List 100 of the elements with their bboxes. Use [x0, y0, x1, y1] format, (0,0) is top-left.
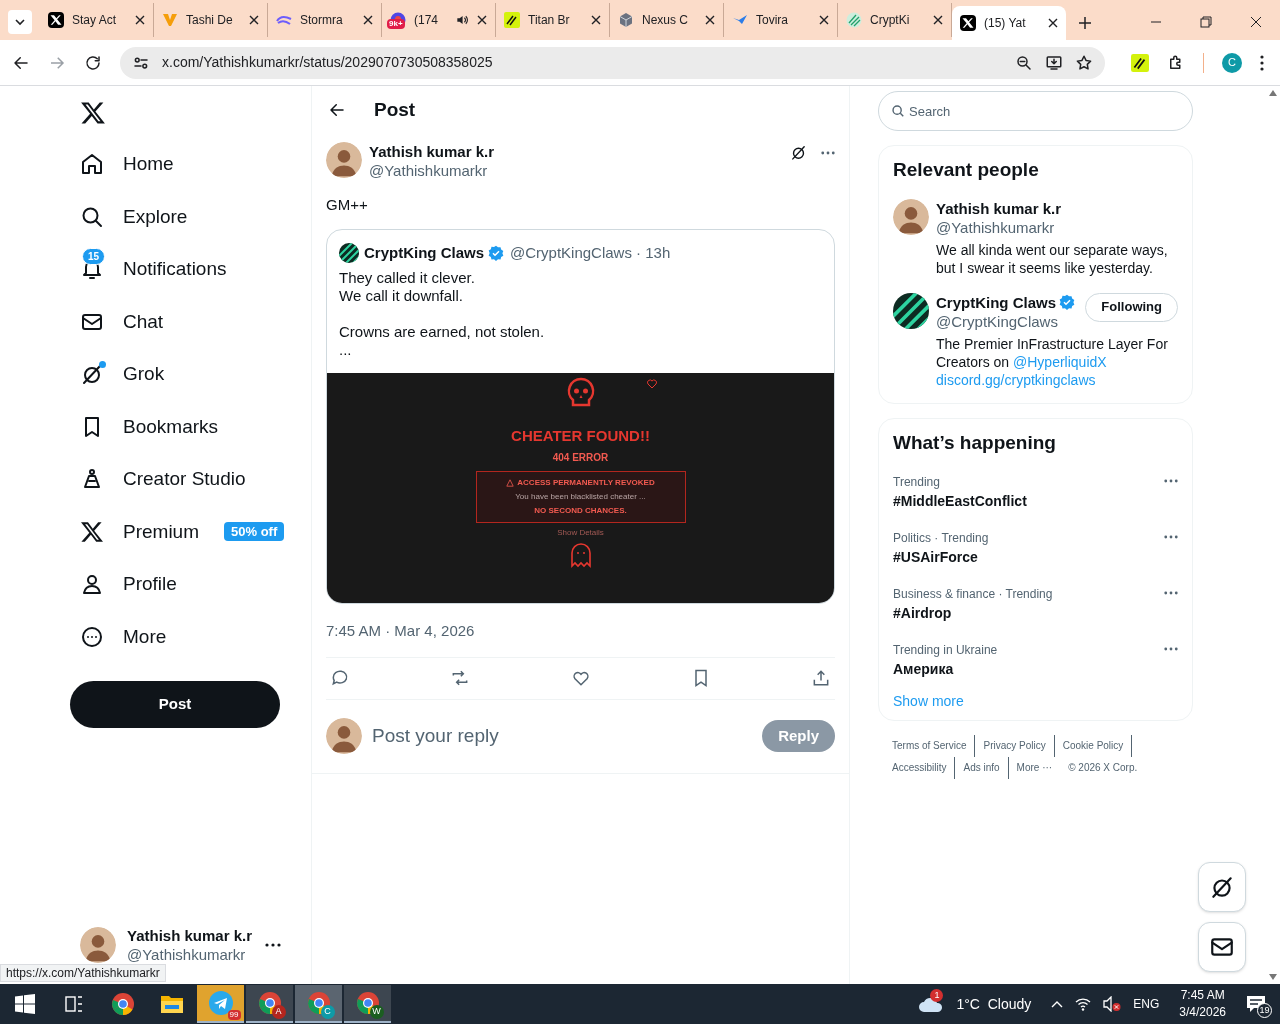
person-icon [80, 572, 104, 597]
nav-label: Creator Studio [123, 467, 246, 491]
taskbar-app[interactable]: A [246, 985, 293, 1023]
person-bio: The Premier InFrastructure Layer For Creators on @HyperliquidX discord.gg/cryptkingclaws [936, 334, 1169, 389]
trend-item[interactable]: Trending #MiddleEastConflict [879, 467, 1192, 523]
tab-title: Titan Br [528, 12, 571, 29]
nav-label: Premium [123, 519, 199, 544]
close-icon [1250, 16, 1262, 28]
heart-icon [647, 379, 657, 389]
chevron-down-icon [15, 17, 25, 27]
slashed-circle-icon [790, 144, 807, 161]
person-bio: We all kinda went our separate ways, but I swear it seems like yesterday. [936, 240, 1169, 277]
tab-title: Nexus C [642, 12, 689, 29]
x-logo-icon [80, 100, 106, 126]
extension-logo-icon [1131, 53, 1149, 72]
taskbar-app[interactable]: 99 [197, 985, 244, 1023]
notification-count: 19 [1257, 1003, 1272, 1018]
close-icon [933, 15, 943, 25]
quoted-post[interactable] [326, 228, 835, 604]
search-field[interactable]: Search [878, 91, 1193, 131]
nav-item[interactable]: Explore [80, 190, 281, 243]
browser-tab[interactable]: Stay Act [40, 3, 154, 37]
trend-item[interactable]: Politics · Trending #USAirForce [879, 523, 1192, 579]
grok-button[interactable] [1198, 862, 1246, 912]
install-icon [1045, 53, 1063, 72]
browser-tab[interactable]: Tashi De [154, 3, 268, 37]
tab-title: Stay Act [72, 12, 118, 29]
taskbar-app[interactable]: W [344, 985, 391, 1023]
nav-label: More [123, 624, 167, 649]
browser-tab[interactable]: Nexus C [610, 3, 724, 37]
details-link: Show Details [557, 527, 604, 539]
nav-item[interactable]: More [80, 610, 281, 663]
nav-item[interactable]: Grok [80, 348, 281, 401]
nav-item[interactable]: Creator Studio [80, 453, 281, 506]
browser-tab[interactable]: 9k+ (174 [382, 3, 496, 37]
nav-item[interactable]: Bookmarks [80, 400, 281, 453]
alert-footer: NO SECOND CHANCES. [534, 505, 627, 517]
trend-topic: Америка [893, 660, 955, 679]
chrome-icon [355, 991, 380, 1015]
footer-link[interactable]: Accessibility [892, 757, 956, 779]
chrome-icon [306, 991, 331, 1015]
address-bar[interactable]: x.com/Yathishkumarkr/status/2029070730508358025 [120, 46, 1105, 79]
trend-topic: #USAirForce [893, 548, 979, 567]
footer-link[interactable]: More ··· [1016, 757, 1061, 779]
browser-tab[interactable]: Titan Br [496, 3, 610, 37]
trend-context: Business & finance · Trending [893, 586, 1053, 603]
discount-tag: 50% off [224, 522, 285, 542]
tab-search-button[interactable] [8, 10, 32, 34]
restore-icon [1200, 16, 1212, 28]
post-button[interactable]: Post [70, 681, 280, 728]
messages-button[interactable] [1198, 922, 1246, 972]
nav-item[interactable]: Home [80, 138, 281, 191]
nav-label: Grok [123, 362, 165, 386]
account-name: Yathish kumar k.r [127, 926, 253, 945]
avatar [326, 142, 362, 178]
nav-item[interactable]: Chat [80, 295, 281, 348]
account-switcher[interactable]: Yathish kumar k.r @Yathishkumarkr [80, 926, 281, 964]
home-icon [80, 152, 104, 177]
close-icon [477, 15, 487, 25]
browser-tab[interactable]: Tovira [724, 3, 838, 37]
windows-icon [14, 994, 35, 1014]
x-logo-icon [80, 519, 104, 544]
close-icon [819, 15, 829, 25]
scroll-up-icon [1269, 90, 1277, 96]
more-icon [1164, 647, 1178, 651]
nav-item[interactable]: Profile [80, 558, 281, 611]
task-view-icon [64, 995, 83, 1013]
cube-icon [618, 12, 634, 28]
striped-square-icon [504, 12, 520, 28]
browser-tab[interactable]: Stormra [268, 3, 382, 37]
share-button[interactable] [811, 668, 831, 688]
footer-link[interactable]: Ads info [963, 757, 1009, 779]
x-logo-icon [48, 12, 64, 28]
author-handle: @Yathishkumarkr [369, 161, 489, 180]
tab-title: CryptKi [870, 12, 911, 29]
footer-link[interactable]: Cookie Policy [1062, 735, 1133, 757]
browser-tab[interactable]: (15) Yat [952, 6, 1066, 40]
quoted-text: Crowns are earned, not stolen. ... [339, 323, 546, 359]
footer-link[interactable]: Terms of Service [892, 735, 976, 757]
author-name: Yathish kumar k.r [369, 142, 495, 161]
reply-button[interactable] [330, 668, 350, 688]
back-button[interactable] [328, 101, 346, 119]
clock[interactable]: 7:45 AM 3/4/2026 [1179, 987, 1226, 1021]
menu-dots-icon [1260, 54, 1264, 71]
browser-tab[interactable]: CryptKi [838, 3, 952, 37]
nav-label: Bookmarks [123, 414, 219, 439]
more-icon [265, 943, 281, 947]
nav-item[interactable]: 15 Notifications [80, 243, 281, 296]
quoted-text: They called it clever. We call it downfall. [339, 269, 476, 305]
warning-icon [506, 479, 515, 487]
clock-date: 3/4/2026 [1179, 1004, 1226, 1021]
more-button[interactable] [821, 150, 835, 155]
grok-button[interactable] [790, 144, 807, 161]
language-indicator[interactable]: ENG [1133, 995, 1160, 1013]
new-tab-button[interactable] [1078, 16, 1092, 30]
footer-link[interactable]: Privacy Policy [983, 735, 1055, 757]
trend-item[interactable]: Business & finance · Trending #Airdrop [879, 579, 1192, 635]
trend-item[interactable]: Trending in Ukraine Америка [879, 635, 1192, 691]
volume-muted-icon [1103, 996, 1122, 1012]
post-timestamp: 7:45 AM · Mar 4, 2026 [326, 621, 476, 641]
